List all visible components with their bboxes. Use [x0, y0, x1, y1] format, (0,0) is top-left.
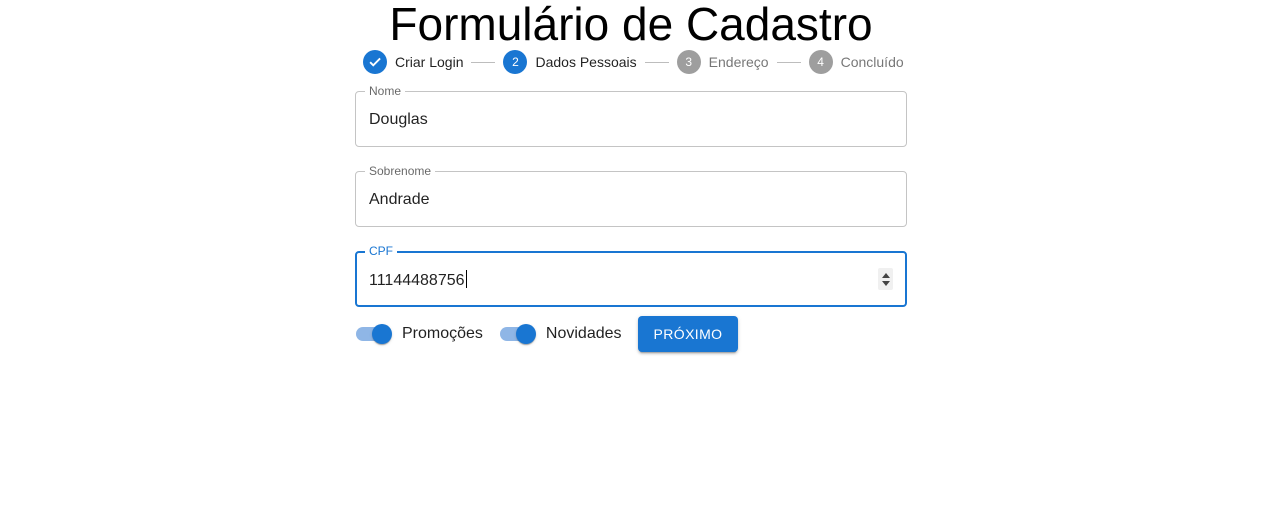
step-dados-pessoais: 2 Dados Pessoais	[503, 50, 637, 74]
promocoes-label: Promoções	[402, 325, 483, 342]
switch-track[interactable]	[356, 324, 392, 344]
text-caret	[465, 270, 467, 288]
step-connector	[776, 61, 801, 63]
cpf-field[interactable]: CPF 11144488756	[355, 244, 907, 307]
cpf-input[interactable]: 11144488756	[369, 270, 467, 290]
promocoes-switch[interactable]: Promoções	[355, 324, 483, 344]
number-spinner[interactable]	[878, 268, 893, 290]
step-label: Criar Login	[395, 54, 464, 70]
step-label: Endereço	[708, 54, 769, 70]
cpf-label: CPF	[365, 244, 397, 258]
form-actions: Promoções Novidades PRÓXIMO	[355, 316, 739, 352]
step-criar-login: Criar Login	[363, 50, 463, 74]
cpf-value: 11144488756	[369, 272, 465, 289]
spin-up-icon[interactable]	[881, 272, 890, 278]
spin-down-icon[interactable]	[881, 280, 890, 286]
sobrenome-label: Sobrenome	[365, 164, 436, 178]
switch-track[interactable]	[499, 324, 536, 344]
page-title: Formulário de Cadastro	[389, 0, 873, 50]
step-label: Concluído	[840, 54, 904, 70]
check-icon	[363, 50, 387, 74]
step-label: Dados Pessoais	[535, 54, 637, 70]
step-connector	[471, 61, 496, 63]
step-number: 3	[676, 50, 701, 74]
next-button[interactable]: PRÓXIMO	[637, 316, 739, 352]
stepper: Criar Login 2 Dados Pessoais 3 Endereço …	[363, 50, 904, 74]
nome-field[interactable]: Nome Douglas	[355, 84, 907, 147]
step-endereco: 3 Endereço	[676, 50, 769, 74]
nome-input[interactable]: Douglas	[369, 110, 428, 129]
step-number: 2	[503, 50, 528, 74]
step-concluido: 4 Concluído	[808, 50, 904, 74]
sobrenome-field[interactable]: Sobrenome Andrade	[355, 164, 907, 227]
sobrenome-input[interactable]: Andrade	[369, 190, 430, 209]
switch-thumb[interactable]	[372, 324, 392, 344]
step-connector	[644, 61, 669, 63]
novidades-label: Novidades	[545, 325, 622, 342]
novidades-switch[interactable]: Novidades	[499, 324, 622, 344]
nome-label: Nome	[365, 84, 406, 98]
switch-thumb[interactable]	[515, 324, 536, 344]
step-number: 4	[808, 50, 833, 74]
